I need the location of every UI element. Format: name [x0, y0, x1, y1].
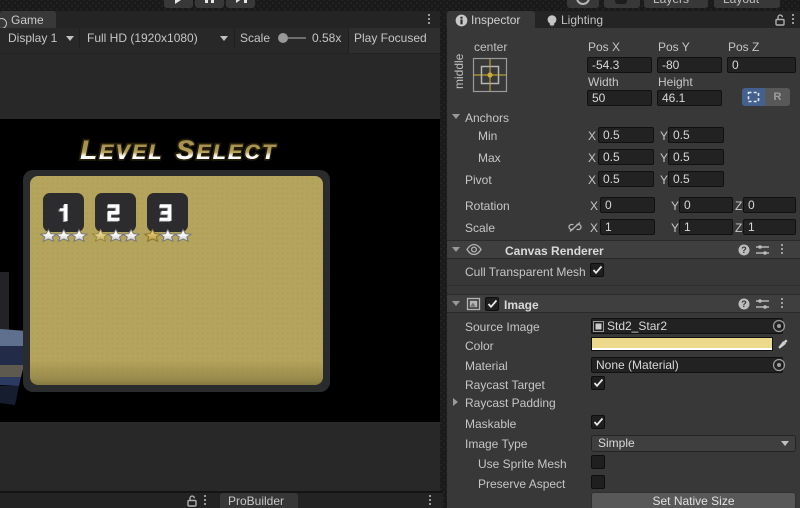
- svg-text:?: ?: [741, 245, 747, 255]
- svg-text:?: ?: [741, 299, 747, 309]
